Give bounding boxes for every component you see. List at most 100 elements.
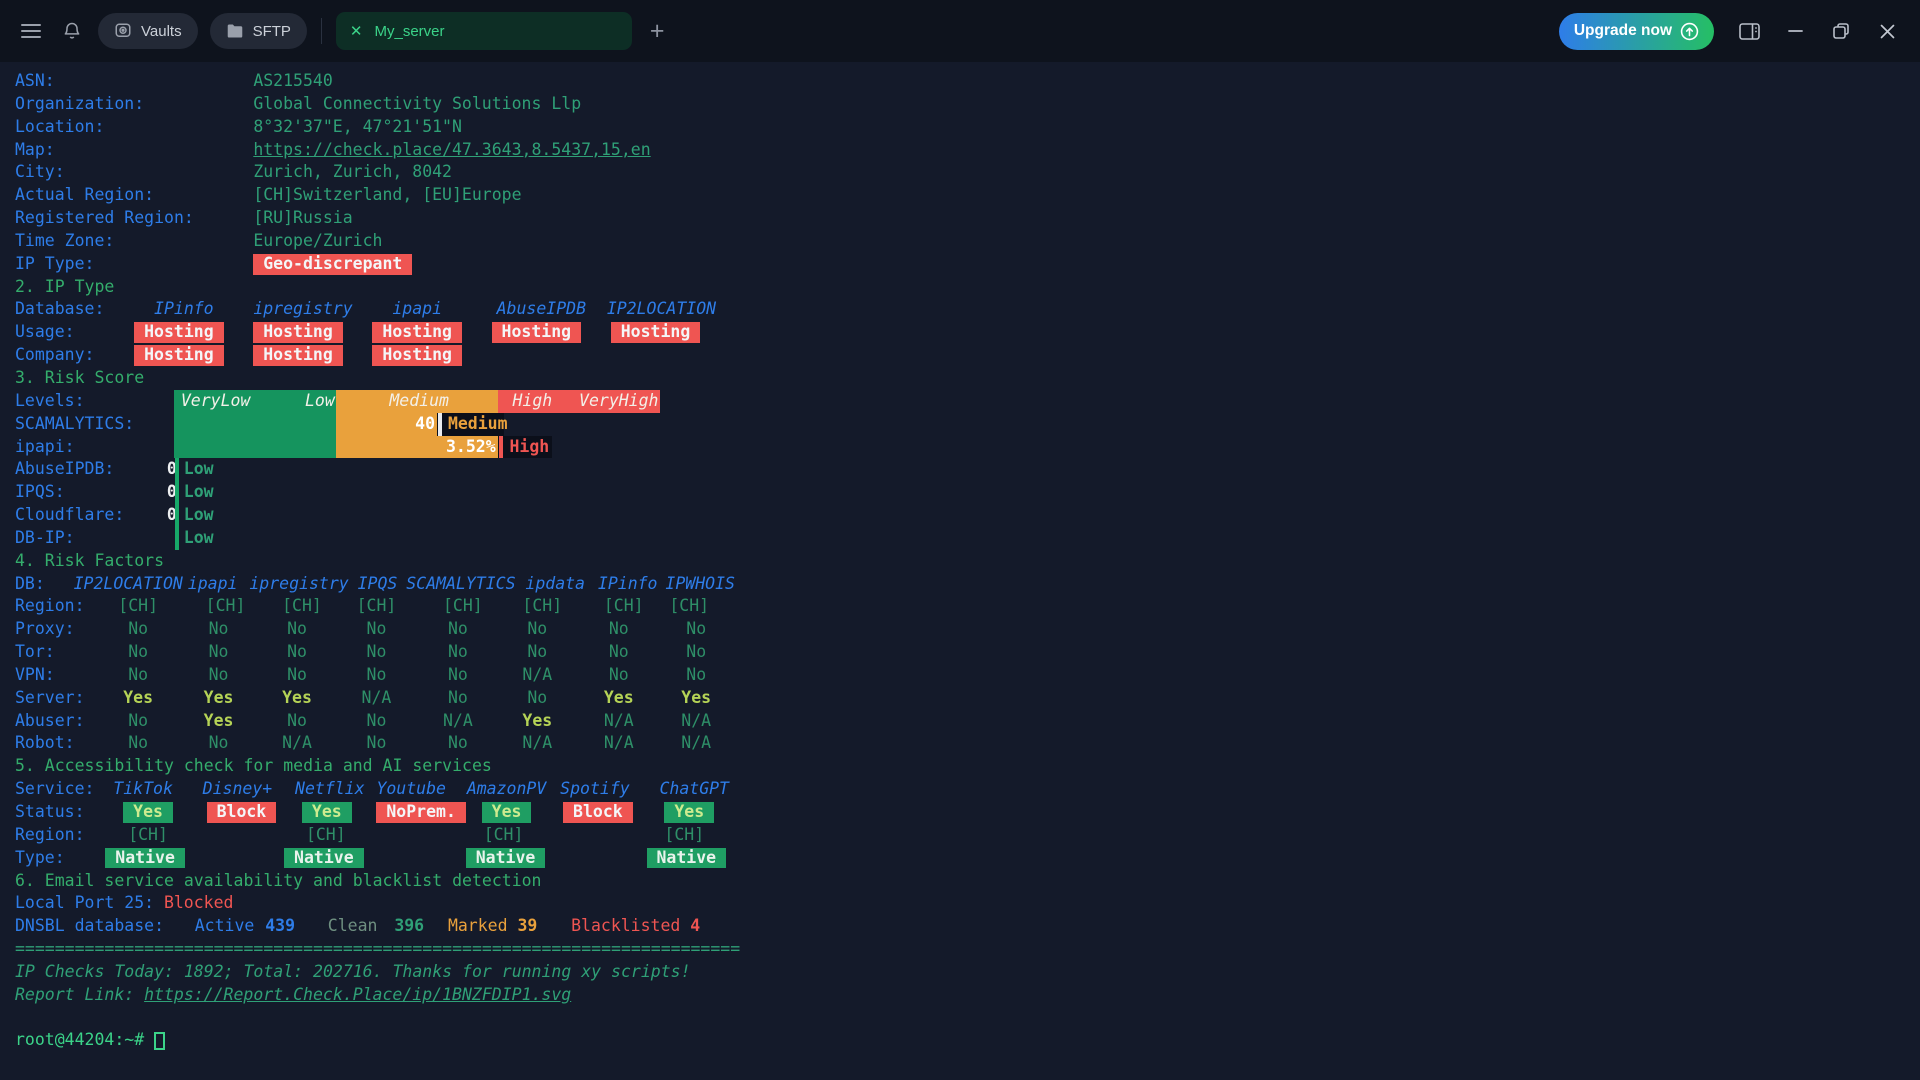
terminal-line: Report Link: https://Report.Check.Place/…	[15, 984, 1920, 1007]
terminal[interactable]: ASN:AS215540Organization:Global Connecti…	[0, 62, 1920, 1080]
terminal-line: 4. Risk Factors	[15, 550, 1920, 573]
terminal-text: No	[448, 732, 468, 755]
tab-my-server[interactable]: ✕ My_server	[336, 12, 632, 50]
report-link[interactable]: https://Report.Check.Place/ip/1BNZFDIP1.…	[144, 984, 571, 1007]
terminal-line: Organization:Global Connectivity Solutio…	[15, 93, 1920, 116]
section-title: 5. Accessibility check for media and AI …	[15, 755, 492, 778]
terminal-text: No	[686, 641, 706, 664]
stats-line: IP Checks Today: 1892; Total: 202716. Th…	[15, 961, 691, 984]
terminal-text: No	[448, 618, 468, 641]
terminal-text: Netflix	[295, 778, 365, 801]
terminal-line: ipapi:3.52%High	[15, 436, 1920, 459]
terminal-text: TikTok	[113, 778, 173, 801]
terminal-line: Robot:NoNoN/ANoNoN/AN/AN/A	[15, 732, 1920, 755]
terminal-text: No	[527, 687, 547, 710]
terminal-text: Hosting	[134, 345, 223, 366]
terminal-text: VeryHigh	[579, 390, 658, 413]
terminal-text: Yes	[123, 687, 153, 710]
panel-toggle-button[interactable]	[1732, 14, 1766, 48]
terminal-text: IPQS	[358, 573, 398, 596]
new-tab-button[interactable]: +	[644, 19, 671, 44]
terminal-text: No	[448, 641, 468, 664]
terminal-text: Low	[305, 390, 335, 413]
terminal-text: N/A	[362, 687, 392, 710]
terminal-text: [CH]	[282, 595, 322, 618]
close-button[interactable]	[1870, 14, 1904, 48]
section-title: 4. Risk Factors	[15, 550, 164, 573]
terminal-text: ipapi	[392, 298, 442, 321]
terminal-text: Native	[647, 848, 726, 869]
terminal-text: Cloudflare:	[15, 504, 124, 527]
divider	[321, 18, 322, 44]
terminal-text: No	[128, 618, 148, 641]
upgrade-button[interactable]: Upgrade now	[1559, 13, 1714, 50]
terminal-text: Europe/Zurich	[253, 230, 382, 253]
terminal-line: Actual Region:[CH]Switzerland, [EU]Europ…	[15, 184, 1920, 207]
terminal-text: Service:	[15, 778, 94, 801]
terminal-text: Hosting	[492, 322, 581, 343]
terminal-line: IP Type: Geo-discrepant	[15, 253, 1920, 276]
terminal-text: [CH]	[443, 595, 483, 618]
terminal-text	[175, 481, 179, 504]
terminal-text: No	[367, 664, 387, 687]
minimize-button[interactable]	[1778, 14, 1812, 48]
terminal-text: Time Zone:	[15, 230, 114, 253]
terminal-text: No	[527, 618, 547, 641]
terminal-text: [CH]	[484, 824, 524, 847]
terminal-text: N/A	[681, 710, 711, 733]
terminal-text: DB:	[15, 573, 45, 596]
section-title: 2. IP Type	[15, 276, 114, 299]
terminal-text: No	[686, 664, 706, 687]
terminal-text: DNSBL database:	[15, 915, 164, 938]
terminal-text: Youtube	[376, 778, 446, 801]
terminal-text: Robot:	[15, 732, 75, 755]
terminal-line: Type: Native Native Native Native	[15, 847, 1920, 870]
vaults-button[interactable]: Vaults	[98, 13, 198, 49]
terminal-line: Registered Region:[RU]Russia	[15, 207, 1920, 230]
terminal-line: root@44204:~#	[15, 1029, 1920, 1052]
terminal-text: VeryLow	[181, 390, 251, 413]
sftp-button[interactable]: SFTP	[210, 13, 307, 49]
terminal-line: 2. IP Type	[15, 276, 1920, 299]
terminal-line: IP Checks Today: 1892; Total: 202716. Th…	[15, 961, 1920, 984]
terminal-line: AbuseIPDB:0Low	[15, 458, 1920, 481]
terminal-line: Server:YesYesYesN/ANoNoYesYes	[15, 687, 1920, 710]
terminal-text: No	[209, 732, 229, 755]
minimize-icon	[1788, 29, 1803, 33]
terminal-text: Low	[184, 458, 214, 481]
terminal-text: [CH]	[128, 824, 168, 847]
terminal-text: ipdata	[525, 573, 585, 596]
section-title: 6. Email service availability and blackl…	[15, 870, 542, 893]
terminal-line: Tor:NoNoNoNoNoNoNoNo	[15, 641, 1920, 664]
terminal-text: [CH]	[306, 824, 346, 847]
terminal-text: Yes	[482, 802, 532, 823]
terminal-text: [CH]	[118, 595, 158, 618]
map-link[interactable]: https://check.place/47.3643,8.5437,15,en	[253, 139, 650, 162]
terminal-text: Spotify	[560, 778, 630, 801]
terminal-text: [CH]	[206, 595, 246, 618]
terminal-text	[174, 436, 336, 459]
terminal-text: Marked	[448, 915, 508, 938]
menu-button[interactable]	[16, 18, 46, 44]
terminal-text: ipregistry	[253, 298, 352, 321]
terminal-text: Type:	[15, 847, 65, 870]
terminal-text: VPN:	[15, 664, 55, 687]
terminal-text: Usage:	[15, 321, 75, 344]
terminal-text: Block	[563, 802, 633, 823]
terminal-text: Levels:	[15, 390, 85, 413]
hamburger-icon	[20, 22, 42, 40]
terminal-line: Database:IPinfoipregistryipapiAbuseIPDBI…	[15, 298, 1920, 321]
terminal-text: Tor:	[15, 641, 55, 664]
bell-icon	[62, 21, 82, 41]
terminal-text: SCAMALYTICS	[406, 573, 515, 596]
terminal-line: ========================================…	[15, 938, 1920, 961]
terminal-text: Medium	[389, 390, 449, 413]
terminal-line: IPQS:0Low	[15, 481, 1920, 504]
title-bar: Vaults SFTP ✕ My_server + Upgrade now	[0, 0, 1920, 62]
close-tab-icon[interactable]: ✕	[350, 24, 363, 39]
terminal-text: [CH]	[357, 595, 397, 618]
maximize-button[interactable]	[1824, 14, 1858, 48]
terminal-text: No	[448, 687, 468, 710]
vaults-label: Vaults	[141, 23, 182, 40]
notifications-button[interactable]	[58, 17, 86, 45]
